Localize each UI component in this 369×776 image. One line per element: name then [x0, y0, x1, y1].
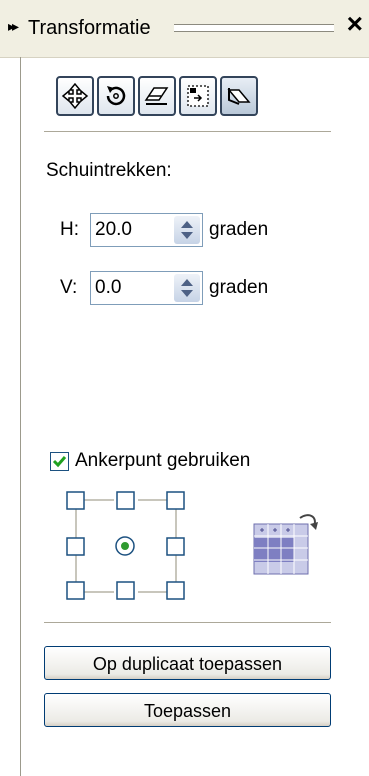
rotate-icon [106, 86, 126, 106]
separator-top [44, 131, 331, 132]
use-anchor-label: Ankerpunt gebruiken [75, 450, 251, 471]
skew-v-value: 0.0 [95, 277, 122, 298]
skew-h-label: H: [60, 219, 79, 240]
transform-tabbar [56, 76, 258, 120]
move-arrows-icon [61, 82, 89, 110]
skew-icon [227, 88, 251, 105]
anchor-bottom-left[interactable] [66, 581, 85, 600]
scale-mirror-tab[interactable] [138, 76, 176, 116]
anchor-top-center[interactable] [116, 491, 135, 510]
spinner-arrows-icon [181, 279, 193, 297]
skew-h-input[interactable]: 20.0 [90, 213, 203, 247]
anchor-bottom-center[interactable] [116, 581, 135, 600]
drag-grip[interactable] [174, 24, 334, 32]
close-icon[interactable]: × [347, 10, 363, 38]
rotate-tab[interactable] [97, 76, 135, 116]
separator-bottom [44, 622, 331, 623]
anchor-middle-right[interactable] [166, 537, 185, 556]
skew-v-row: V: 0.0 graden [60, 268, 268, 308]
skew-v-unit: graden [209, 277, 269, 298]
anchor-middle-left[interactable] [66, 537, 85, 556]
skew-h-row: H: 20.0 graden [60, 210, 268, 250]
apply-to-duplicate-button[interactable]: Op duplicaat toepassen [44, 646, 331, 680]
anchor-center-dot [121, 542, 129, 550]
skew-h-value: 20.0 [95, 219, 132, 240]
position-tab[interactable] [56, 76, 94, 116]
docker-titlebar[interactable]: ▸▸ Transformatie × [0, 0, 369, 58]
skew-v-input[interactable]: 0.0 [90, 271, 203, 305]
spinner-arrows-icon [181, 221, 193, 239]
scale-mirror-icon [144, 87, 169, 105]
skew-h-unit: graden [209, 219, 269, 240]
anchor-grid-lines [66, 491, 185, 600]
skew-h-spinner[interactable] [174, 216, 200, 244]
anchor-top-left[interactable] [66, 491, 85, 510]
docker-title: Transformatie [28, 17, 151, 39]
anchor-bottom-right[interactable] [166, 581, 185, 600]
skew-section-label: Schuintrekken: [46, 160, 172, 181]
skew-v-label: V: [60, 277, 78, 298]
size-tab[interactable] [179, 76, 217, 116]
size-icon [187, 85, 209, 107]
checkmark-icon [52, 455, 67, 467]
transformation-docker: ▸▸ Transformatie × Schuintrekken: H: 20.… [0, 0, 369, 776]
use-anchor-checkbox[interactable] [50, 451, 69, 471]
anchor-point-grid [66, 491, 186, 601]
skew-v-spinner[interactable] [174, 274, 200, 302]
skew-tab[interactable] [220, 76, 258, 116]
anchor-top-right[interactable] [166, 491, 185, 510]
transform-grid-icon [250, 510, 326, 583]
apply-button[interactable]: Toepassen [44, 693, 331, 727]
use-anchor-row[interactable]: Ankerpunt gebruiken [50, 450, 250, 472]
collapse-icon[interactable]: ▸▸ [8, 18, 19, 35]
